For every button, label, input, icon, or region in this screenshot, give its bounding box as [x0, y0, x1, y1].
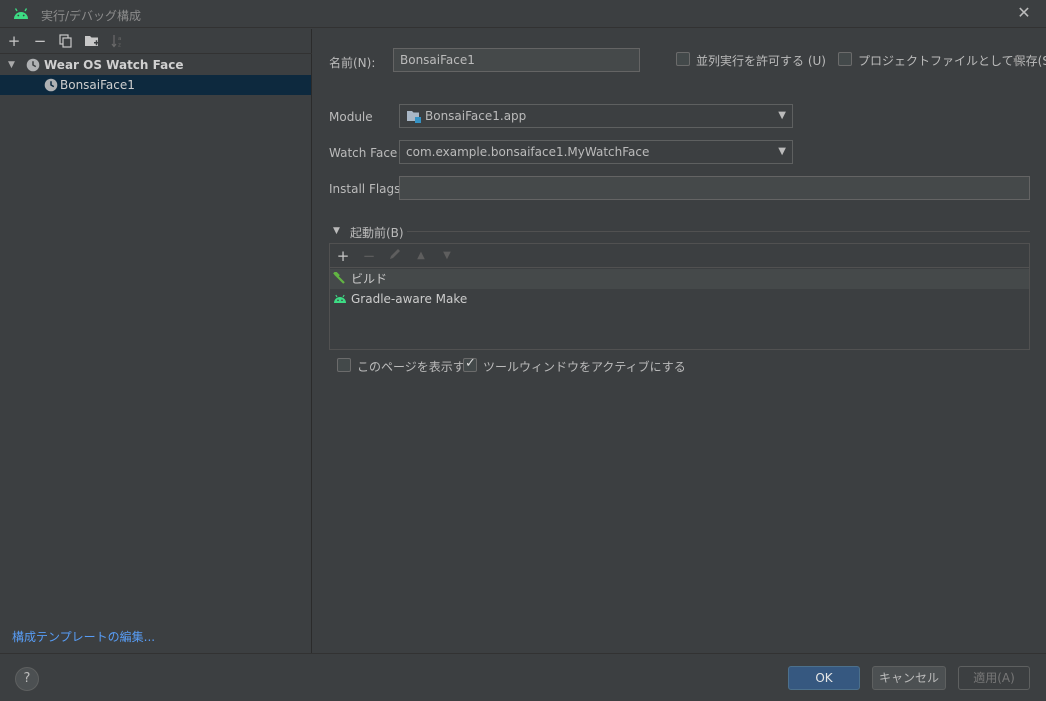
cancel-button[interactable]: キャンセル: [872, 666, 946, 690]
before-launch-toolbar: + − ▲ ▼: [330, 244, 1029, 268]
configurations-tree: ▼ Wear OS Watch Face BonsaiFace1: [0, 55, 311, 95]
store-as-project-file-checkbox[interactable]: [838, 52, 852, 66]
configurations-panel: + − a z ▼ Wear OS Watch Face BonsaiFace1…: [0, 29, 312, 653]
tree-item-bonsaiface1[interactable]: BonsaiFace1: [0, 75, 311, 95]
move-up-button[interactable]: ▲: [413, 247, 429, 265]
tree-item-label: BonsaiFace1: [60, 78, 135, 92]
window-title: 実行/デバッグ構成: [41, 9, 142, 23]
svg-text:z: z: [118, 43, 121, 49]
plus-icon: +: [336, 247, 350, 265]
task-label: Gradle-aware Make: [351, 292, 468, 306]
install-flags-label: Install Flags:: [329, 182, 405, 196]
tree-item-wear-os-watch-face[interactable]: ▼ Wear OS Watch Face: [0, 55, 311, 75]
android-icon: [14, 8, 28, 19]
edit-task-button[interactable]: [387, 247, 403, 265]
pencil-icon: [390, 249, 400, 259]
name-label: 名前(N):: [329, 56, 376, 70]
hammer-icon: [333, 272, 345, 284]
chevron-down-icon: ▼: [778, 110, 786, 121]
minus-icon: −: [362, 247, 376, 265]
task-build[interactable]: ビルド: [330, 269, 1029, 289]
gear-icon[interactable]: ⚙: [1012, 54, 1026, 68]
watch-face-value: com.example.bonsaiface1.MyWatchFace: [406, 145, 650, 159]
watch-face-select[interactable]: com.example.bonsaiface1.MyWatchFace ▼: [399, 140, 793, 164]
minus-icon: −: [33, 32, 47, 50]
tree-item-label: Wear OS Watch Face: [44, 58, 184, 72]
configuration-form: 名前(N): BonsaiFace1 並列実行を許可する (U) プロジェクトフ…: [313, 29, 1046, 653]
module-label: Module: [329, 110, 373, 124]
allow-parallel-label: 並列実行を許可する (U): [696, 54, 826, 68]
svg-text:a: a: [118, 36, 121, 42]
watch-face-label: Watch Face: [329, 146, 398, 160]
close-icon[interactable]: ✕: [1016, 5, 1032, 21]
module-select[interactable]: BonsaiFace1.app ▼: [399, 104, 793, 128]
show-page-checkbox[interactable]: [337, 358, 351, 372]
remove-configuration-button[interactable]: −: [31, 32, 49, 50]
move-down-button[interactable]: ▼: [439, 247, 455, 265]
new-folder-button[interactable]: [83, 32, 101, 50]
module-value: BonsaiFace1.app: [425, 109, 527, 123]
name-input[interactable]: BonsaiFace1: [393, 48, 640, 72]
title-bar: 実行/デバッグ構成 ✕: [0, 0, 1046, 28]
add-task-button[interactable]: +: [335, 247, 351, 265]
show-page-label: このページを表示する: [357, 360, 477, 374]
arrow-down-icon: ▼: [443, 250, 451, 261]
configurations-toolbar: + − a z: [0, 29, 312, 54]
section-divider: [407, 231, 1030, 232]
module-folder-icon: [407, 111, 421, 123]
allow-parallel-checkbox[interactable]: [676, 52, 690, 66]
task-label: ビルド: [351, 272, 388, 286]
dialog-footer: ? OK キャンセル 適用(A): [0, 653, 1046, 701]
activate-tool-window-label: ツールウィンドウをアクティブにする: [483, 360, 686, 374]
before-launch-title: 起動前(B): [350, 226, 404, 240]
apply-button[interactable]: 適用(A): [958, 666, 1030, 690]
collapse-arrow-icon[interactable]: ▼: [333, 226, 340, 236]
arrow-up-icon: ▲: [417, 250, 425, 261]
add-configuration-button[interactable]: +: [5, 32, 23, 50]
copy-icon: [59, 34, 72, 48]
android-icon: [334, 294, 346, 303]
before-launch-list: + − ▲ ▼ ビルド Gradle-aware Make: [329, 243, 1030, 350]
help-button[interactable]: ?: [15, 667, 39, 691]
edit-templates-link[interactable]: 構成テンプレートの編集...: [12, 628, 155, 645]
remove-task-button[interactable]: −: [361, 247, 377, 265]
sort-configurations-button[interactable]: a z: [109, 32, 127, 50]
plus-icon: +: [7, 32, 21, 50]
folder-add-icon: [85, 36, 99, 46]
watch-face-icon: [44, 78, 58, 92]
chevron-down-icon: ▼: [778, 146, 786, 157]
sort-icon: a z: [111, 35, 121, 49]
task-gradle-aware-make[interactable]: Gradle-aware Make: [330, 289, 1029, 309]
ok-button[interactable]: OK: [788, 666, 860, 690]
watch-face-icon: [26, 58, 40, 72]
install-flags-input[interactable]: [399, 176, 1030, 200]
copy-configuration-button[interactable]: [57, 32, 75, 50]
expand-arrow-icon[interactable]: ▼: [8, 55, 18, 75]
activate-tool-window-checkbox[interactable]: [463, 356, 477, 372]
